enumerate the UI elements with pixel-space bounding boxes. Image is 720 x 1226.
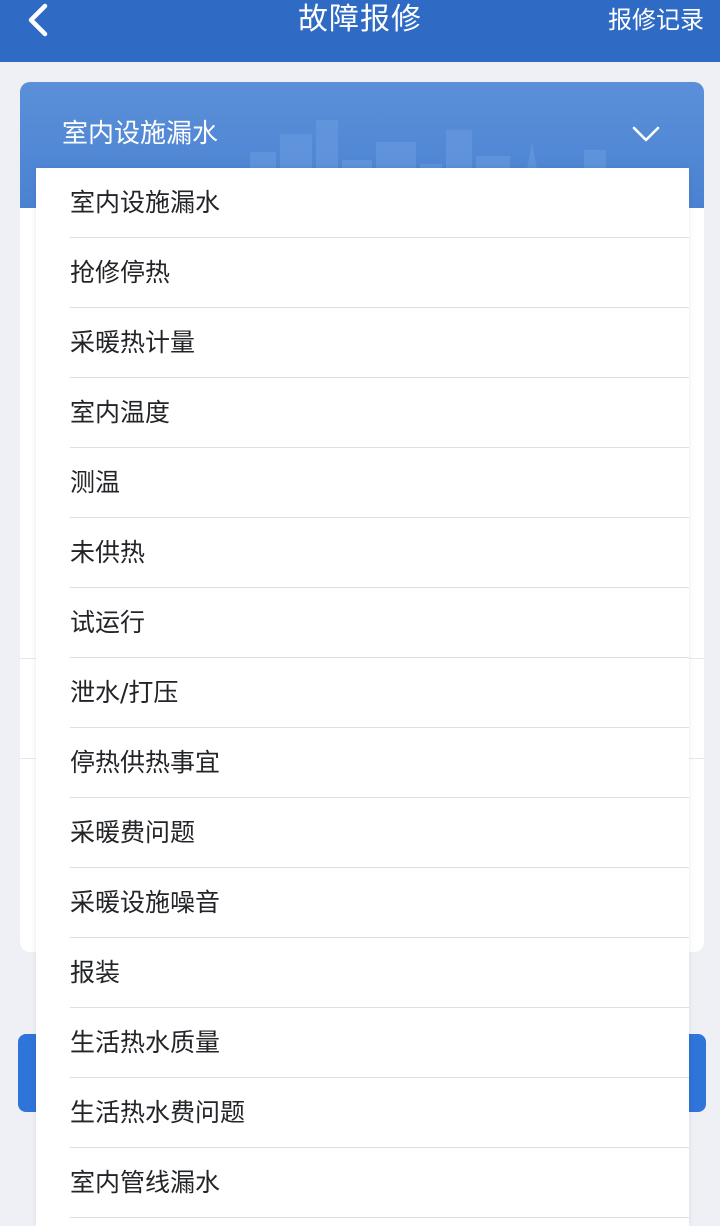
dropdown-option[interactable]: 采暖费问题 bbox=[70, 798, 689, 868]
option-label: 生活热水质量 bbox=[70, 1028, 221, 1057]
option-label: 泄水/打压 bbox=[70, 678, 179, 707]
repair-records-link[interactable]: 报修记录 bbox=[608, 0, 704, 40]
option-label: 试运行 bbox=[70, 608, 146, 637]
option-label: 未供热 bbox=[70, 538, 146, 567]
option-label: 报装 bbox=[70, 958, 121, 987]
dropdown-option[interactable]: 室内管线漏水 bbox=[70, 1148, 689, 1218]
fault-type-dropdown: 室内设施漏水 抢修停热 采暖热计量 室内温度 测温 未供热 试运行 泄水/打压 … bbox=[36, 168, 689, 1226]
dropdown-option[interactable]: 室内温度 bbox=[70, 378, 689, 448]
dropdown-option[interactable]: 室内设施漏水 bbox=[70, 168, 689, 238]
option-label: 室内管线漏水 bbox=[70, 1168, 221, 1197]
option-label: 室内温度 bbox=[70, 398, 171, 427]
dropdown-option[interactable]: 生活热水费问题 bbox=[70, 1078, 689, 1148]
dropdown-option[interactable]: 生活热水质量 bbox=[70, 1008, 689, 1078]
dropdown-option[interactable]: 测温 bbox=[70, 448, 689, 518]
option-label: 采暖设施噪音 bbox=[70, 888, 221, 917]
dropdown-option[interactable]: 抢修停热 bbox=[70, 238, 689, 308]
dropdown-option[interactable]: 采暖设施噪音 bbox=[70, 868, 689, 938]
option-label: 采暖热计量 bbox=[70, 328, 196, 357]
dropdown-option[interactable]: 未供热 bbox=[70, 518, 689, 588]
selected-fault-type: 室内设施漏水 bbox=[62, 119, 219, 149]
option-label: 抢修停热 bbox=[70, 258, 171, 287]
option-label: 室内设施漏水 bbox=[70, 188, 221, 217]
dropdown-option[interactable]: 泄水/打压 bbox=[70, 658, 689, 728]
option-label: 生活热水费问题 bbox=[70, 1098, 246, 1127]
top-bar: 故障报修 报修记录 bbox=[0, 0, 720, 62]
option-label: 停热供热事宜 bbox=[70, 748, 221, 777]
dropdown-option[interactable]: 采暖热计量 bbox=[70, 308, 689, 378]
dropdown-option[interactable]: 报装 bbox=[70, 938, 689, 1008]
chevron-down-icon[interactable] bbox=[628, 116, 664, 152]
dropdown-option[interactable]: 试运行 bbox=[70, 588, 689, 658]
option-label: 测温 bbox=[70, 468, 121, 497]
dropdown-option[interactable]: 停热供热事宜 bbox=[70, 728, 689, 798]
option-label: 采暖费问题 bbox=[70, 818, 196, 847]
